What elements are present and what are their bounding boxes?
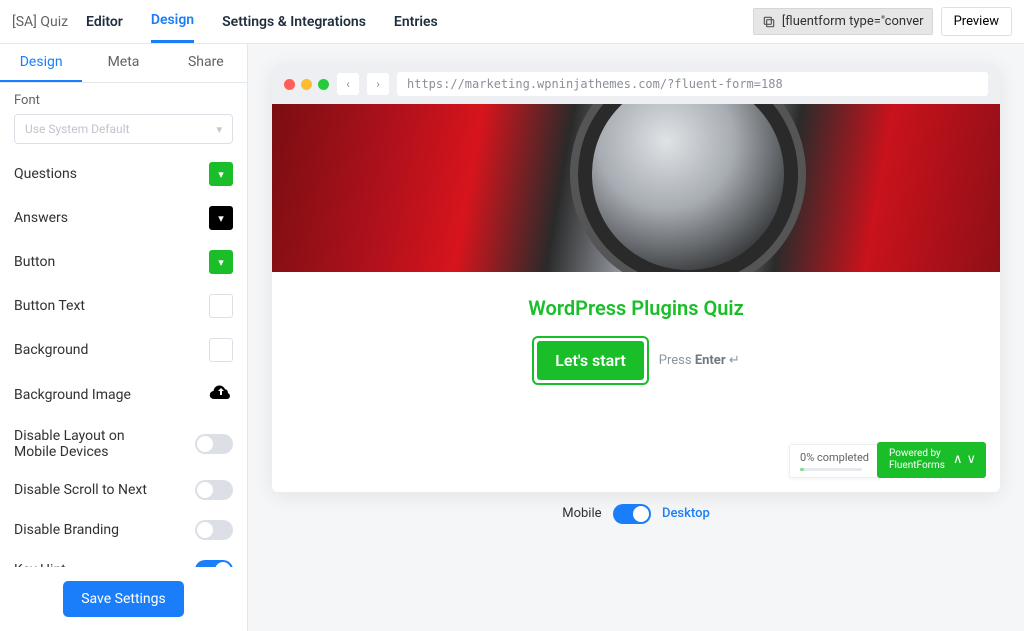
top-nav: [SA] Quiz Editor Design Settings & Integ… (0, 0, 1024, 44)
subtab-meta[interactable]: Meta (82, 44, 164, 82)
row-disable-branding: Disable Branding (14, 522, 119, 538)
color-button[interactable]: ▾ (209, 250, 233, 274)
tab-design[interactable]: Design (151, 0, 194, 43)
tab-entries[interactable]: Entries (394, 2, 438, 42)
mode-mobile-label: Mobile (562, 506, 601, 521)
row-questions: Questions (14, 166, 77, 182)
color-background[interactable] (209, 338, 233, 362)
row-disable-layout: Disable Layout on Mobile Devices (14, 428, 164, 460)
chevron-up-icon[interactable]: ∧ (953, 452, 963, 468)
row-disable-scroll: Disable Scroll to Next (14, 482, 147, 498)
shortcode-display[interactable]: [fluentform type="conver (753, 8, 933, 35)
design-sidebar: Design Meta Share Font Use System Defaul… (0, 44, 248, 631)
chevron-down-icon[interactable]: ∨ (966, 452, 976, 468)
subtab-share[interactable]: Share (165, 44, 247, 82)
browser-chrome: ‹ › https://marketing.wpninjathemes.com/… (272, 64, 1000, 104)
start-button[interactable]: Let's start (537, 341, 644, 380)
progress-indicator: 0% completed (789, 444, 880, 478)
window-controls (284, 79, 329, 90)
preview-canvas: ‹ › https://marketing.wpninjathemes.com/… (248, 44, 1024, 631)
shortcode-text: [fluentform type="conver (782, 14, 924, 29)
sidebar-subtabs: Design Meta Share (0, 44, 247, 83)
toggle-key-hint[interactable] (195, 560, 233, 567)
device-mode-bar: Mobile Desktop (272, 492, 1000, 530)
row-button-text: Button Text (14, 298, 85, 314)
minimize-dot-icon (301, 79, 312, 90)
close-dot-icon (284, 79, 295, 90)
chevron-down-icon: ▾ (218, 212, 224, 225)
key-hint: Press Enter ↵ (659, 353, 740, 368)
hero-image (272, 104, 1000, 272)
color-answers[interactable]: ▾ (209, 206, 233, 230)
color-questions[interactable]: ▾ (209, 162, 233, 186)
row-bg-image: Background Image (14, 387, 131, 403)
nav-forward-button[interactable]: › (367, 73, 389, 95)
font-label: Font (14, 93, 233, 108)
toggle-disable-layout[interactable] (195, 434, 233, 454)
device-toggle[interactable] (613, 504, 651, 524)
quiz-title: WordPress Plugins Quiz (288, 296, 984, 320)
copy-icon (762, 15, 776, 29)
preview-button[interactable]: Preview (941, 7, 1012, 36)
row-background: Background (14, 342, 88, 358)
branding-badge[interactable]: Powered byFluentForms ∧∨ (877, 442, 986, 478)
font-select[interactable]: Use System Default ▾ (14, 114, 233, 144)
nav-back-button[interactable]: ‹ (337, 73, 359, 95)
subtab-design[interactable]: Design (0, 44, 82, 82)
chevron-down-icon: ▾ (218, 168, 224, 181)
upload-icon[interactable] (209, 382, 233, 408)
color-button-text[interactable] (209, 294, 233, 318)
form-title: [SA] Quiz (12, 14, 68, 30)
row-button: Button (14, 254, 55, 270)
toggle-disable-branding[interactable] (195, 520, 233, 540)
mode-desktop-label[interactable]: Desktop (662, 506, 710, 521)
row-answers: Answers (14, 210, 68, 226)
chevron-down-icon: ▾ (216, 123, 222, 136)
toggle-disable-scroll[interactable] (195, 480, 233, 500)
url-bar: https://marketing.wpninjathemes.com/?flu… (397, 72, 988, 96)
browser-preview: ‹ › https://marketing.wpninjathemes.com/… (272, 64, 1000, 492)
tab-editor[interactable]: Editor (86, 2, 123, 42)
save-settings-button[interactable]: Save Settings (63, 581, 184, 617)
chevron-down-icon: ▾ (218, 256, 224, 269)
tab-settings[interactable]: Settings & Integrations (222, 2, 366, 42)
maximize-dot-icon (318, 79, 329, 90)
font-placeholder: Use System Default (25, 122, 130, 136)
